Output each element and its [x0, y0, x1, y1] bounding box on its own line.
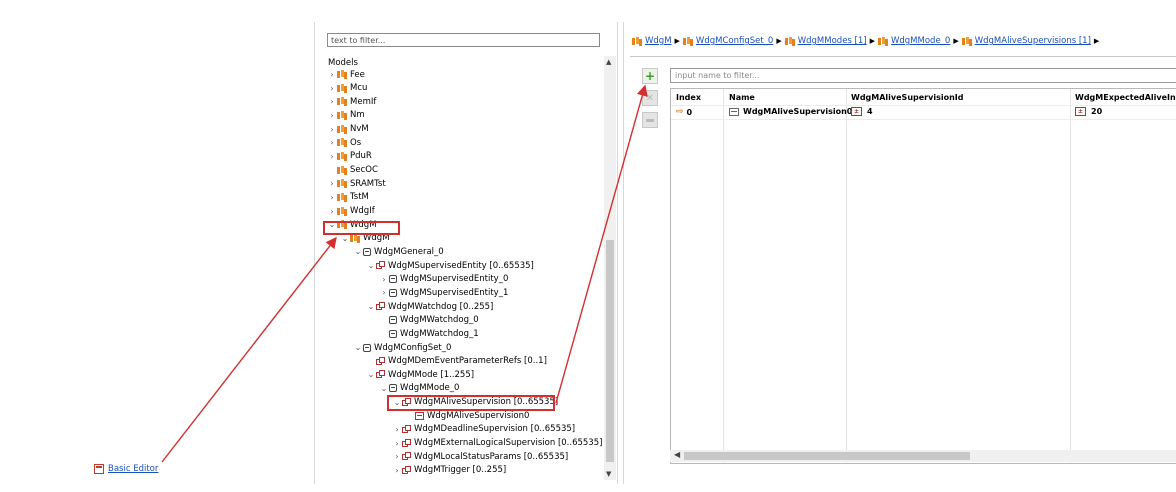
- annotation-arrow-basic-editor: [161, 236, 337, 463]
- annotation-arrow-add: [555, 84, 648, 404]
- annotation-arrows: [161, 84, 648, 463]
